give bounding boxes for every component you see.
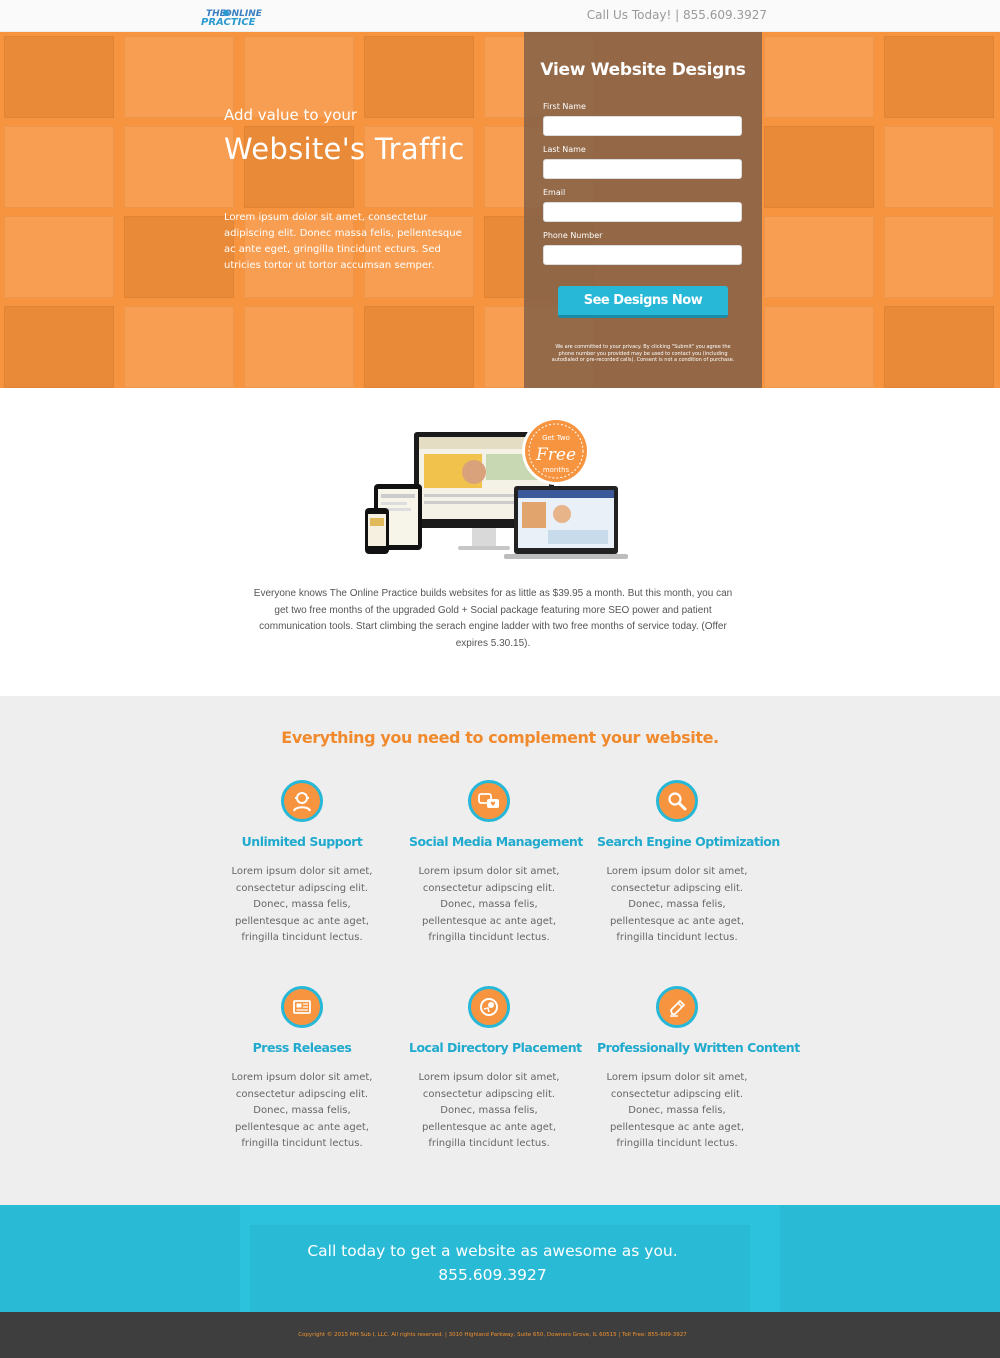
see-designs-button[interactable]: See Designs Now [558,286,728,318]
offer-section: Get Two Free months Everyone knows The O… [0,388,1000,696]
feature-unlimited-support: Unlimited Support Lorem ipsum dolor sit … [222,780,382,947]
phone-field[interactable] [543,245,742,265]
devices-illustration: Get Two Free months [362,416,632,564]
support-icon [281,780,323,822]
hero-collage-tile [764,126,874,208]
offer-description: Everyone knows The Online Practice build… [253,588,733,649]
svg-text:PRACTICE: PRACTICE [201,17,256,27]
logo[interactable]: THE ONLINE PRACTICE [200,7,274,27]
feature-press-releases: Press Releases Lorem ipsum dolor sit ame… [222,986,382,1153]
last-name-label: Last Name [543,145,586,154]
feature-title: Unlimited Support [241,834,363,849]
email-label: Email [543,188,566,197]
svg-text:♥: ♥ [490,801,495,808]
hero-section: Add value to your Website's Traffic Lore… [0,32,1000,388]
pencil-icon [656,986,698,1028]
badge-bottom-text: months [543,466,570,474]
feature-local-directory: Local Directory Placement Lorem ipsum do… [409,986,582,1153]
email-field[interactable] [543,202,742,222]
form-title: View Website Designs [540,60,746,80]
hero-collage-tile [4,36,114,118]
hero-collage-tile [244,306,354,388]
hero-title: Website's Traffic [224,132,465,166]
hero-collage-tile [124,126,234,208]
feature-body: Lorem ipsum dolor sit amet, consectetur … [418,1072,560,1149]
feature-body: Lorem ipsum dolor sit amet, consectetur … [418,866,560,943]
hero-collage-tile [124,216,234,298]
magnifier-icon [656,780,698,822]
hero-pre-title: Add value to your [224,106,358,124]
hero-collage-tile [764,216,874,298]
hero-headline: Add value to your Website's Traffic [224,106,484,166]
footer: Copyright © 2015 MH Sub I, LLC. All righ… [0,1312,1000,1358]
feature-title: Professionally Written Content [597,1040,800,1055]
hero-collage-tile [884,306,994,388]
phone-label: Phone Number [543,231,603,240]
lead-form: View Website Designs First Name Last Nam… [524,32,762,388]
feature-body: Lorem ipsum dolor sit amet, consectetur … [606,1072,748,1149]
location-icon [468,986,510,1028]
cta-headline: Call today to get a website as awesome a… [307,1242,678,1260]
features-heading: Everything you need to complement your w… [281,728,719,747]
badge-top-text: Get Two [542,434,570,442]
privacy-notice: We are committed to your privacy. By cli… [551,344,735,363]
feature-social-media: ♥ Social Media Management Lorem ipsum do… [409,780,583,947]
features-section: Everything you need to complement your w… [0,696,1000,1205]
feature-title: Press Releases [252,1040,352,1055]
hero-collage-tile [4,216,114,298]
footer-copyright: Copyright © 2015 MH Sub I, LLC. All righ… [298,1332,687,1338]
last-name-field[interactable] [543,159,742,179]
hero-collage-tile [4,306,114,388]
feature-written-content: Professionally Written Content Lorem ips… [597,986,800,1153]
feature-title: Search Engine Optimization [597,834,780,849]
top-bar: THE ONLINE PRACTICE Call Us Today! | 855… [0,0,1000,32]
badge-free-text: Free [535,445,576,465]
hero-collage-tile [124,306,234,388]
hero-collage-tile [124,36,234,118]
hero-collage-tile [884,126,994,208]
hero-collage-tile [364,306,474,388]
hero-collage-tile [4,126,114,208]
feature-body: Lorem ipsum dolor sit amet, consectetur … [231,866,373,943]
feature-seo: Search Engine Optimization Lorem ipsum d… [597,780,780,947]
hero-collage-tile [884,36,994,118]
social-media-icon: ♥ [468,780,510,822]
cta-phone[interactable]: 855.609.3927 [0,1266,985,1284]
feature-body: Lorem ipsum dolor sit amet, consectetur … [606,866,748,943]
newspaper-icon [281,986,323,1028]
hero-collage-tile [764,306,874,388]
feature-title: Social Media Management [409,834,583,849]
hero-collage-tile [884,216,994,298]
call-to-action-banner: Call today to get a website as awesome a… [0,1205,1000,1312]
feature-title: Local Directory Placement [409,1040,582,1055]
call-us-text[interactable]: Call Us Today! | 855.609.3927 [587,8,767,22]
hero-body-text: Lorem ipsum dolor sit amet, consectetur … [224,212,462,271]
feature-body: Lorem ipsum dolor sit amet, consectetur … [231,1072,373,1149]
hero-collage-tile [764,36,874,118]
first-name-field[interactable] [543,116,742,136]
first-name-label: First Name [543,102,586,111]
